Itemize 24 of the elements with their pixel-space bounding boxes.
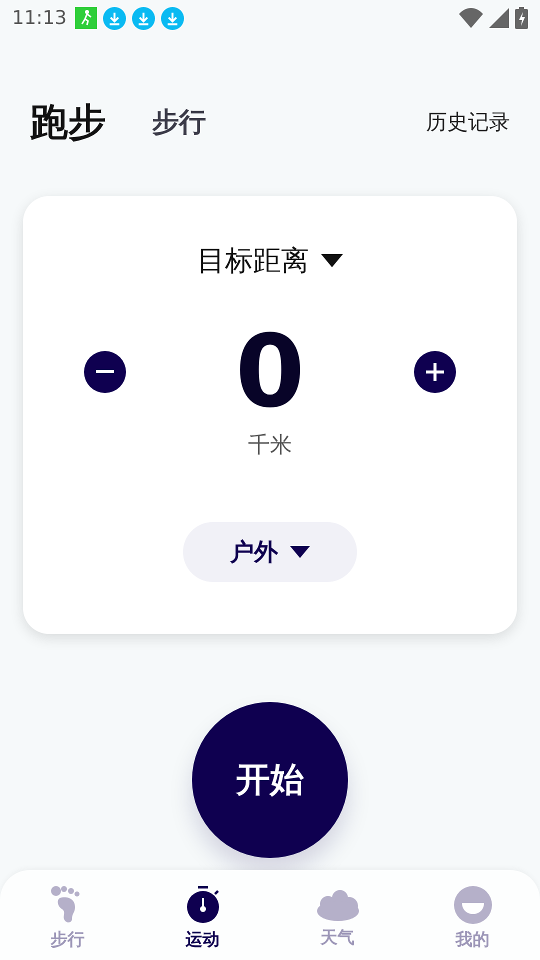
minus-icon: [96, 370, 114, 374]
battery-icon: [515, 7, 528, 29]
start-button[interactable]: 开始: [192, 702, 348, 858]
location-dropdown[interactable]: 户外: [183, 522, 357, 582]
goal-type-dropdown[interactable]: 目标距离: [197, 242, 343, 280]
caret-icon: [290, 546, 310, 558]
sport-tab[interactable]: 步行: [152, 104, 206, 140]
status-time: 11:13: [12, 7, 67, 29]
download-icon: [160, 6, 184, 30]
history-link[interactable]: 历史记录: [426, 108, 510, 136]
goal-unit: 千米: [248, 432, 292, 460]
caret-icon: [321, 254, 343, 268]
smiley-icon: [454, 886, 492, 924]
goal-value: 0: [235, 322, 305, 422]
signal-icon: [489, 8, 509, 28]
nav-item[interactable]: 运动: [135, 886, 270, 960]
plus-icon: [426, 363, 444, 381]
decrease-button[interactable]: [84, 351, 126, 393]
runner-app-icon: [74, 7, 97, 29]
wifi-icon: [459, 8, 483, 28]
increase-button[interactable]: [414, 351, 456, 393]
download-icon: [132, 6, 155, 30]
sport-tab[interactable]: 跑步: [30, 96, 106, 148]
download-icon: [102, 6, 126, 30]
